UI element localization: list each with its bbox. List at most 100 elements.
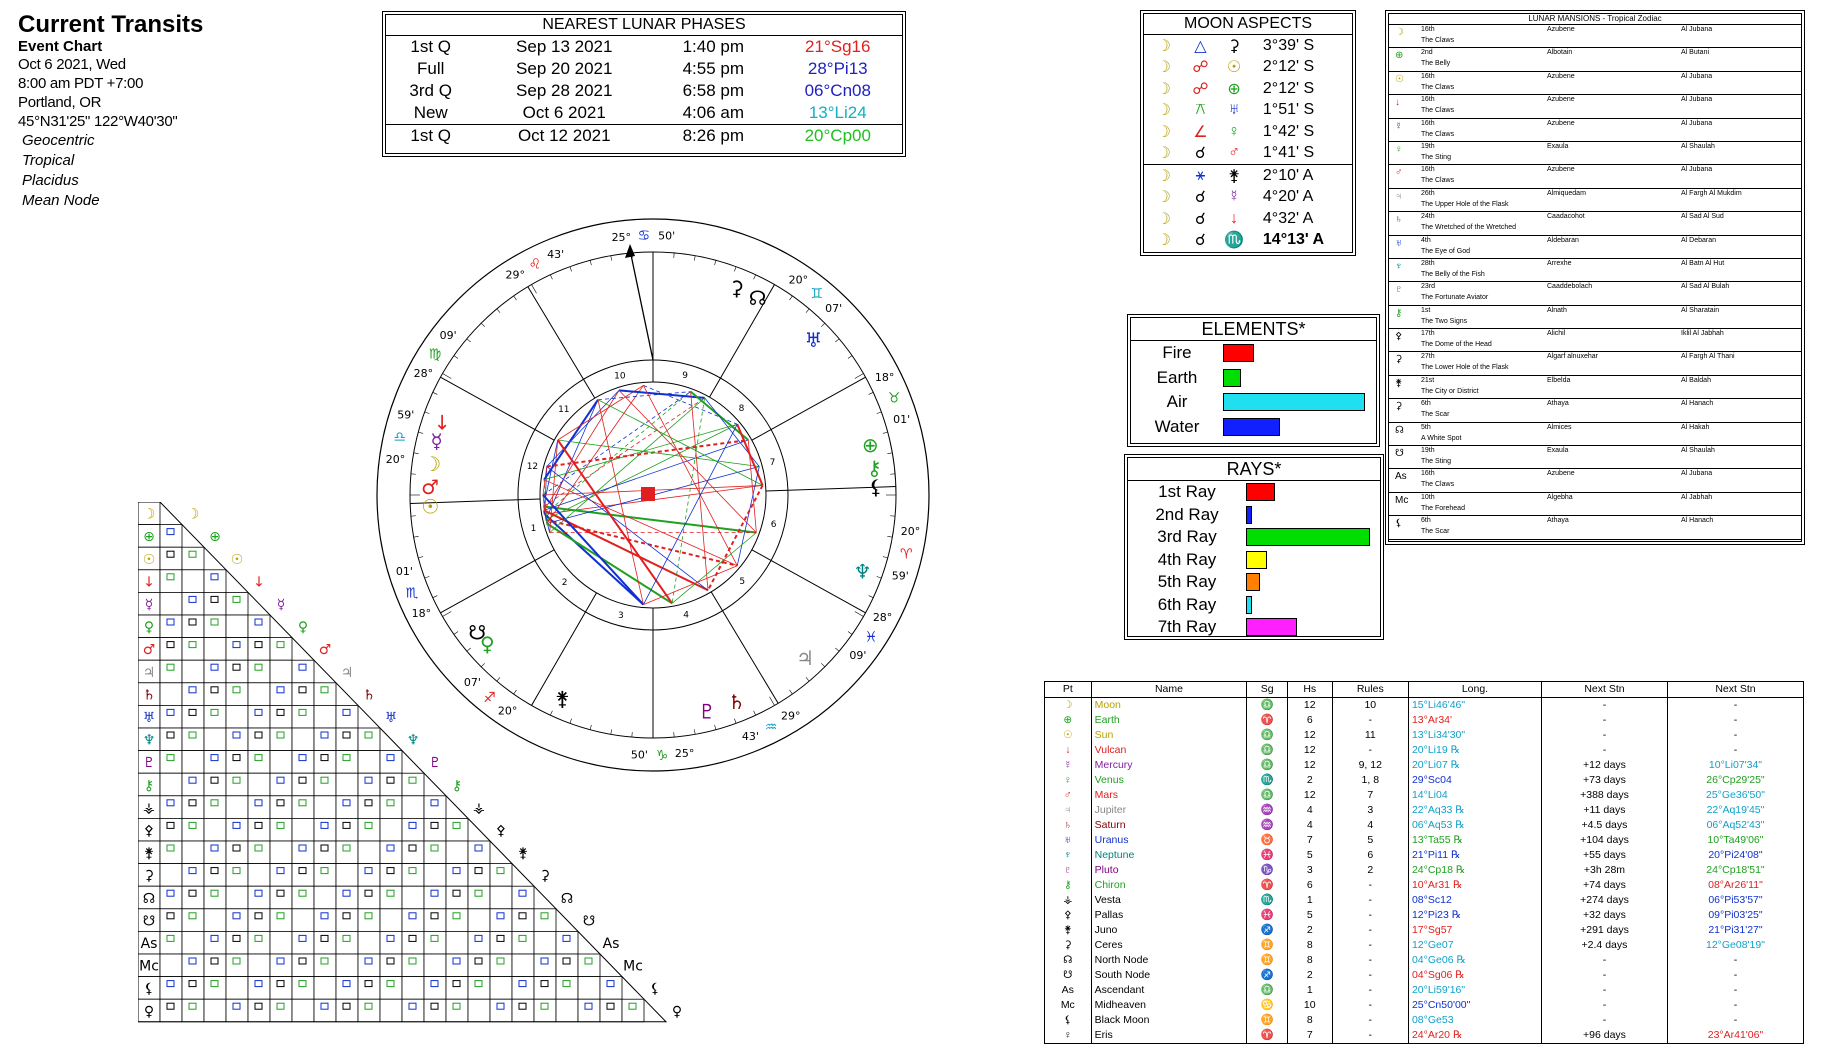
- aspect-type-icon: ☌: [1195, 189, 1206, 207]
- planet-longitude: 13°Li34'30": [1407, 728, 1542, 743]
- planet-sign-icon: ♊: [1246, 953, 1288, 968]
- mansion-arabic-name: Al Baldah: [1681, 376, 1711, 384]
- mansion-meaning: The Lower Hole of the Flask: [1421, 364, 1509, 372]
- grid-cell: [181, 546, 205, 571]
- mansion-arabic-name: Al Jubana: [1681, 26, 1713, 33]
- grid-cell: [203, 930, 227, 955]
- grid-cell: [555, 998, 579, 1023]
- degree-tick: [821, 322, 826, 327]
- grid-cell: [159, 885, 183, 910]
- planet-next-station: -: [1540, 998, 1668, 1013]
- grid-cell: [467, 953, 491, 978]
- lunar-phases-title: NEAREST LUNAR PHASES: [386, 15, 902, 36]
- grid-cell: [401, 908, 425, 932]
- cusp-degree: 20°: [386, 453, 406, 466]
- grid-cell: [489, 953, 513, 978]
- grid-cell: [423, 908, 447, 932]
- house-number: 5: [739, 577, 745, 587]
- mansion-planet-icon: As: [1395, 471, 1407, 483]
- mansion-latin-name: Caaddebolach: [1547, 283, 1593, 291]
- planet-longitude: 14°Li04: [1407, 788, 1542, 803]
- grid-cell: [159, 682, 183, 706]
- grid-row-planet-icon: ♅: [143, 710, 156, 726]
- mansion-planet-icon: ⚷: [1395, 307, 1403, 319]
- grid-cell: [577, 953, 601, 978]
- grid-cell: [203, 772, 227, 797]
- planet-table-header: Sg: [1246, 681, 1288, 698]
- grid-cell: [159, 592, 183, 616]
- grid-cell: [291, 908, 315, 932]
- grid-cell: [225, 976, 249, 1000]
- grid-diagonal-planet-icon: ☋: [583, 913, 595, 929]
- planet-icon: ⚳: [1044, 938, 1092, 953]
- cusp-minutes: 07': [825, 302, 842, 315]
- planet-row: Mc Midheaven ♋ 10-25°Cn50'00" - -: [1044, 998, 1805, 1013]
- grid-cell: [357, 863, 381, 887]
- mansion-latin-name: Caadacohot: [1547, 213, 1585, 221]
- grid-cell: [357, 908, 381, 932]
- mansion-row: ⚵ 21st Elbelda Al Baldah The City or Distric…: [1389, 374, 1801, 398]
- aspect-type-icon: ☍: [1192, 59, 1209, 77]
- mansion-latin-name: Almices: [1547, 423, 1572, 431]
- grid-diagonal-planet-icon: ♆: [407, 733, 420, 749]
- phase-pos: 13°Li24: [808, 103, 867, 122]
- planet-sign-icon: ♊: [1246, 1013, 1288, 1028]
- planet-house: 12: [1286, 697, 1333, 713]
- planet-rules: 3: [1331, 803, 1409, 818]
- planet-next-station-pos: -: [1666, 998, 1805, 1013]
- grid-cell: [269, 704, 293, 729]
- mansion-latin-name: Azubene: [1547, 26, 1575, 33]
- grid-cell: [489, 885, 513, 910]
- planet-house: 12: [1286, 728, 1333, 743]
- planet-icon: ☋: [1044, 968, 1092, 983]
- grid-cell: [577, 998, 601, 1023]
- mansion-number: 19th: [1421, 142, 1435, 150]
- planet-longitude: 17°Sg57: [1407, 923, 1542, 938]
- mansion-meaning: The Claws: [1421, 481, 1455, 489]
- grid-cell: [269, 727, 293, 752]
- elements-row: Earth: [1131, 366, 1376, 391]
- grid-cell: [357, 750, 381, 774]
- cusp-sign-icon: ♊: [810, 286, 823, 302]
- grid-diagonal-planet-icon: ♄: [363, 687, 376, 703]
- grid-cell: [335, 704, 359, 729]
- degree-tick: [714, 260, 717, 266]
- grid-cell: [335, 976, 359, 1000]
- grid-cell: [181, 998, 205, 1023]
- rays-bar: [1246, 550, 1267, 569]
- chart-coords: 45°N31'25" 122°W40'30": [18, 113, 178, 130]
- grid-cell: [423, 998, 447, 1023]
- grid-cell: [467, 863, 491, 887]
- rays-label: 7th Ray: [1157, 617, 1217, 637]
- planet-house: 4: [1286, 818, 1333, 833]
- grid-cell: [225, 998, 249, 1023]
- planet-longitude: 10°Ar31 ℞: [1407, 878, 1542, 893]
- rays-row: 2nd Ray: [1128, 504, 1380, 527]
- degree-tick: [876, 576, 882, 579]
- cusp-degree: 25°: [612, 231, 632, 244]
- planet-longitude: 20°Li59'16": [1407, 983, 1542, 998]
- grid-cell: [181, 637, 205, 661]
- mansion-row: ☽ 16th Azubene Al Jubana The Claws: [1389, 24, 1801, 47]
- elements-row: Air: [1131, 390, 1376, 415]
- grid-cell: [247, 772, 271, 797]
- aspect-planet2-icon: ♅: [1228, 101, 1241, 119]
- grid-cell: [225, 659, 249, 684]
- chart-place: Portland, OR: [18, 94, 102, 111]
- planet-rules: -: [1331, 983, 1409, 998]
- house-cusp-line: [440, 376, 555, 441]
- planet-icon: ♄: [1044, 818, 1092, 833]
- grid-cell: [247, 998, 271, 1023]
- grid-cell: [379, 750, 403, 774]
- aspect-type-icon: ☌: [1195, 145, 1206, 163]
- grid-cell: [159, 840, 183, 865]
- phase-time: 8:26 pm: [653, 124, 774, 147]
- planet-icon: ♆: [1044, 848, 1092, 863]
- phase-date: Oct 12 2021: [475, 124, 654, 147]
- wheel-center-marker: [641, 487, 655, 501]
- aspect-planet2-icon: ☿: [1228, 188, 1241, 206]
- grid-cell: [489, 930, 513, 955]
- cusp-degree: 29°: [505, 269, 525, 282]
- mansion-row: ☿ 16th Azubene Al Jubana The Claws: [1389, 117, 1801, 141]
- grid-cell: [335, 795, 359, 819]
